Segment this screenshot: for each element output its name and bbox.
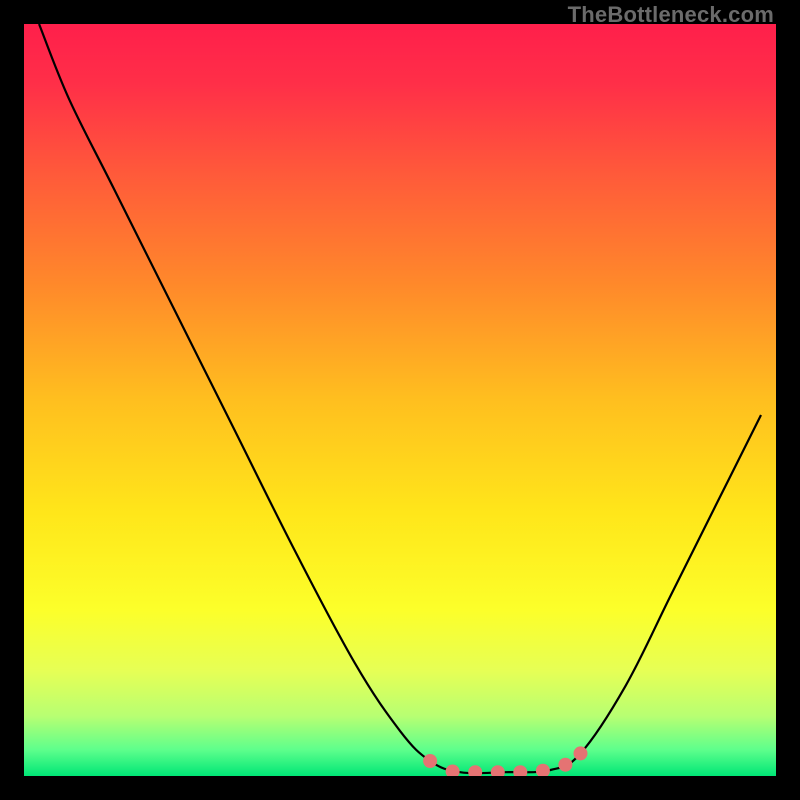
marker-dot bbox=[491, 765, 505, 776]
bottleneck-curve bbox=[39, 24, 761, 773]
marker-dot bbox=[536, 764, 550, 776]
marker-dot bbox=[574, 746, 588, 760]
marker-dot bbox=[468, 765, 482, 776]
marker-dot bbox=[513, 765, 527, 776]
chart-frame bbox=[24, 24, 776, 776]
marker-dot bbox=[423, 754, 437, 768]
gradient-background bbox=[24, 24, 776, 776]
chart-canvas bbox=[24, 24, 776, 776]
marker-dot bbox=[558, 758, 572, 772]
highlight-markers bbox=[423, 746, 587, 776]
marker-dot bbox=[446, 765, 460, 777]
